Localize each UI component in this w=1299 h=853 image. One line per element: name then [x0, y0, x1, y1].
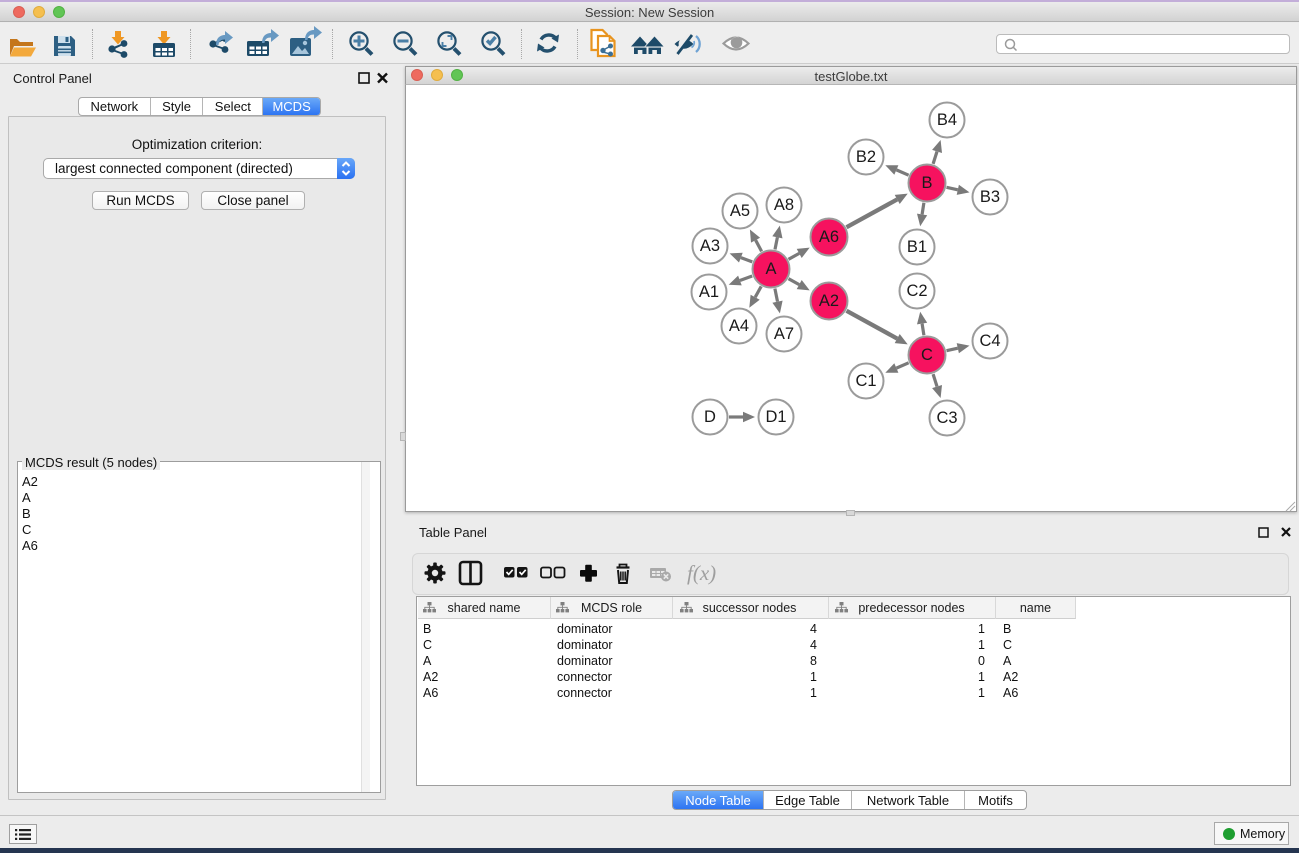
svg-text:A5: A5 [730, 202, 750, 220]
svg-text:C1: C1 [855, 372, 876, 390]
svg-text:f(x): f(x) [687, 561, 716, 585]
svg-text:B4: B4 [937, 111, 957, 129]
svg-text:C4: C4 [979, 332, 1000, 350]
svg-text:B3: B3 [980, 188, 1000, 206]
svg-text:A7: A7 [774, 325, 794, 343]
svg-text:B1: B1 [907, 238, 927, 256]
svg-text:B2: B2 [856, 148, 876, 166]
svg-text:A1: A1 [699, 283, 719, 301]
svg-text:A2: A2 [819, 292, 839, 310]
svg-text:C3: C3 [936, 409, 957, 427]
svg-text:C: C [921, 346, 933, 364]
svg-text:A3: A3 [700, 237, 720, 255]
svg-text:A6: A6 [819, 228, 839, 246]
svg-text:A: A [765, 260, 776, 278]
svg-text:A8: A8 [774, 196, 794, 214]
svg-text:D1: D1 [765, 408, 786, 426]
svg-text:C2: C2 [906, 282, 927, 300]
svg-text:A4: A4 [729, 317, 749, 335]
svg-text:D: D [704, 408, 716, 426]
svg-text:B: B [921, 174, 932, 192]
